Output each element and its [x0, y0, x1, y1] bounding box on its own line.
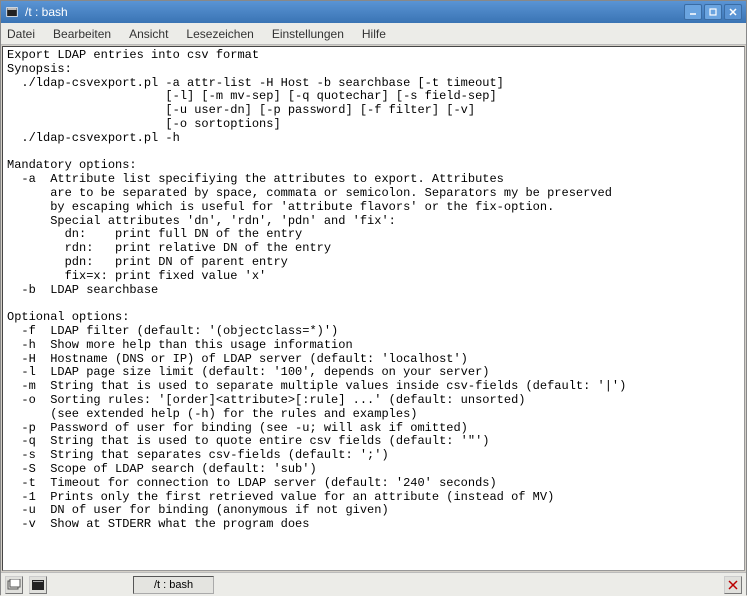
titlebar: /t : bash — [1, 1, 746, 23]
menu-einstellungen[interactable]: Einstellungen — [272, 27, 344, 41]
close-tab-button[interactable] — [724, 576, 742, 594]
app-icon — [5, 5, 19, 19]
maximize-button[interactable] — [704, 4, 722, 20]
menu-ansicht[interactable]: Ansicht — [129, 27, 168, 41]
menu-datei[interactable]: Datei — [7, 27, 35, 41]
close-button[interactable] — [724, 4, 742, 20]
menubar: Datei Bearbeiten Ansicht Lesezeichen Ein… — [1, 23, 746, 45]
menu-bearbeiten[interactable]: Bearbeiten — [53, 27, 111, 41]
minimize-button[interactable] — [684, 4, 702, 20]
window-title: /t : bash — [25, 5, 684, 19]
menu-lesezeichen[interactable]: Lesezeichen — [186, 27, 253, 41]
menu-hilfe[interactable]: Hilfe — [362, 27, 386, 41]
terminal-icon[interactable] — [29, 576, 47, 594]
task-button[interactable]: /t : bash — [133, 576, 214, 594]
terminal-output[interactable]: Export LDAP entries into csv format Syno… — [2, 46, 745, 571]
new-tab-button[interactable] — [5, 576, 23, 594]
taskbar: /t : bash — [1, 572, 746, 596]
window-controls — [684, 4, 742, 20]
